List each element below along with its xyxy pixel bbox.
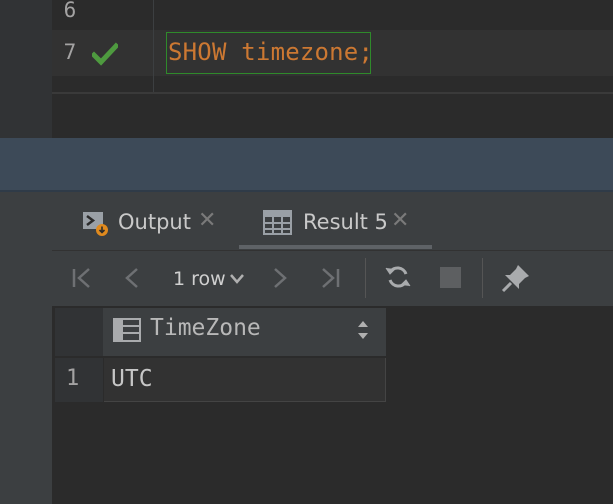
sql-terminator: ; [358, 38, 374, 66]
first-page-icon[interactable] [70, 266, 94, 290]
close-icon[interactable]: ✕ [198, 208, 216, 233]
sql-statement[interactable]: SHOW timezone; [168, 38, 373, 66]
row-count-selector[interactable]: 1 row [173, 268, 226, 290]
column-icon [113, 318, 141, 342]
console-output-icon [83, 212, 108, 236]
row-number: 1 [66, 366, 80, 391]
check-icon[interactable] [92, 42, 118, 66]
results-side-strip [0, 192, 52, 504]
previous-page-icon[interactable] [122, 266, 142, 290]
pin-icon[interactable] [500, 262, 532, 294]
tab-output[interactable]: Output ✕ [72, 200, 232, 246]
sql-keyword: SHOW [168, 38, 227, 66]
tab-result-5[interactable]: Result 5 ✕ [255, 200, 431, 246]
cell-value: UTC [111, 366, 153, 392]
close-icon[interactable]: ✕ [391, 208, 409, 233]
editor-bottom-line [52, 92, 613, 94]
chevron-down-icon[interactable] [229, 273, 245, 285]
line-number: 6 [63, 0, 77, 22]
sort-icon[interactable] [356, 318, 370, 342]
refresh-icon[interactable] [384, 263, 412, 291]
table-icon [263, 210, 292, 235]
grid-corner [55, 308, 103, 356]
line-number: 7 [63, 40, 77, 64]
column-header-label: TimeZone [150, 315, 261, 341]
panel-splitter[interactable] [0, 138, 613, 192]
active-tab-indicator [239, 245, 432, 249]
tab-output-label: Output [118, 210, 191, 234]
gutter-separator [153, 0, 154, 92]
stop-icon[interactable] [440, 267, 461, 288]
tab-result-label: Result 5 [303, 210, 388, 234]
sql-identifier: timezone [241, 38, 359, 66]
toolbar-separator [365, 258, 366, 298]
last-page-icon[interactable] [318, 266, 342, 290]
next-page-icon[interactable] [270, 266, 290, 290]
editor-gutter [0, 0, 52, 138]
toolbar-separator [482, 258, 483, 298]
